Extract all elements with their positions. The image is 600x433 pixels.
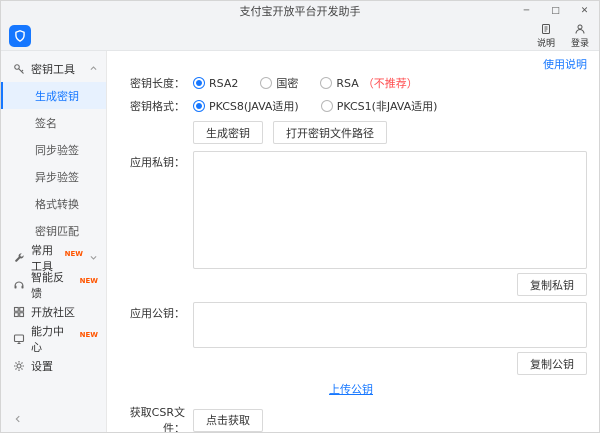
- radio-label: RSA: [336, 77, 358, 90]
- key-format-row: 密钥格式： PKCS8(JAVA适用) PKCS1(非JAVA适用): [115, 98, 587, 114]
- app-logo: [9, 25, 31, 47]
- grid-icon: [13, 306, 25, 318]
- sidebar-item-label: 签名: [35, 115, 57, 131]
- minimize-button[interactable]: ─: [512, 1, 541, 21]
- login-button[interactable]: 登录: [571, 23, 589, 49]
- generate-key-button[interactable]: 生成密钥: [193, 121, 263, 144]
- sidebar-item-label: 生成密钥: [35, 88, 79, 104]
- sidebar-group-open-community[interactable]: 开放社区: [1, 298, 106, 325]
- not-recommended-warning: （不推荐）: [363, 75, 418, 91]
- sidebar-group-label: 设置: [31, 358, 53, 374]
- new-badge: NEW: [80, 277, 98, 285]
- maximize-button[interactable]: □: [541, 1, 570, 21]
- main-content: 使用说明 密钥长度： RSA2 国密 RSA （不推荐）: [107, 51, 599, 432]
- new-badge: NEW: [65, 250, 83, 258]
- sidebar-item-key-match[interactable]: 密钥匹配: [1, 217, 106, 244]
- gear-icon: [13, 360, 25, 372]
- sidebar-group-settings[interactable]: 设置: [1, 352, 106, 379]
- titlebar[interactable]: 支付宝开放平台开发助手 ─ □ ✕: [1, 1, 599, 21]
- radio-label: PKCS1(非JAVA适用): [337, 98, 438, 114]
- header: 说明 登录: [1, 21, 599, 51]
- radio-pkcs1[interactable]: PKCS1(非JAVA适用): [321, 98, 438, 114]
- app-window: 支付宝开放平台开发助手 ─ □ ✕ 说明: [0, 0, 600, 433]
- key-icon: [13, 63, 25, 75]
- radio-unselected-icon: [320, 77, 332, 89]
- radio-unselected-icon: [321, 100, 333, 112]
- sidebar-collapse-button[interactable]: [13, 414, 23, 424]
- wrench-icon: [13, 252, 25, 264]
- sidebar: 密钥工具 生成密钥 签名 同步验签 异步验签 格式转换 密钥匹配: [1, 51, 107, 432]
- sidebar-item-generate-key[interactable]: 生成密钥: [1, 82, 106, 109]
- radio-selected-icon: [193, 77, 205, 89]
- window-title: 支付宝开放平台开发助手: [1, 3, 599, 19]
- headset-icon: [13, 279, 25, 291]
- shield-icon: [13, 29, 27, 43]
- chevron-up-icon: [89, 64, 98, 73]
- sidebar-item-sync-verify[interactable]: 同步验签: [1, 136, 106, 163]
- copy-public-key-button[interactable]: 复制公钥: [517, 352, 587, 375]
- window-controls: ─ □ ✕: [512, 1, 599, 21]
- csr-row: 获取CSR文件： 点击获取: [115, 404, 587, 432]
- sidebar-item-label: 格式转换: [35, 196, 79, 212]
- sidebar-group-label: 能力中心: [31, 323, 73, 355]
- private-key-label: 应用私钥：: [115, 151, 185, 170]
- chevron-left-icon: [13, 414, 23, 424]
- sidebar-item-label: 异步验签: [35, 169, 79, 185]
- chevron-down-icon: [89, 253, 98, 262]
- header-actions: 说明 登录: [537, 23, 589, 49]
- sidebar-group-key-tools[interactable]: 密钥工具: [1, 55, 106, 82]
- sidebar-group-capability-center[interactable]: 能力中心 NEW: [1, 325, 106, 352]
- radio-label: 国密: [276, 75, 298, 91]
- sidebar-group-smart-feedback[interactable]: 智能反馈 NEW: [1, 271, 106, 298]
- sidebar-group-label: 密钥工具: [31, 61, 75, 77]
- private-key-textarea[interactable]: [193, 151, 587, 269]
- open-key-path-button[interactable]: 打开密钥文件路径: [273, 121, 387, 144]
- help-button[interactable]: 说明: [537, 23, 555, 49]
- generate-row: 生成密钥 打开密钥文件路径: [115, 121, 587, 144]
- radio-rsa[interactable]: RSA （不推荐）: [320, 75, 417, 91]
- get-csr-button[interactable]: 点击获取: [193, 409, 263, 432]
- key-length-row: 密钥长度： RSA2 国密 RSA （不推荐）: [115, 75, 587, 91]
- key-length-label: 密钥长度：: [115, 75, 185, 91]
- radio-pkcs8[interactable]: PKCS8(JAVA适用): [193, 98, 299, 114]
- monitor-icon: [13, 333, 25, 345]
- body: 密钥工具 生成密钥 签名 同步验签 异步验签 格式转换 密钥匹配: [1, 51, 599, 432]
- sidebar-group-label: 开放社区: [31, 304, 75, 320]
- sidebar-group-label: 智能反馈: [31, 269, 73, 301]
- sidebar-item-sign[interactable]: 签名: [1, 109, 106, 136]
- upload-public-key-link[interactable]: 上传公钥: [329, 383, 373, 396]
- radio-guomi[interactable]: 国密: [260, 75, 298, 91]
- radio-label: RSA2: [209, 77, 238, 90]
- radio-label: PKCS8(JAVA适用): [209, 98, 299, 114]
- sidebar-item-label: 同步验签: [35, 142, 79, 158]
- close-button[interactable]: ✕: [570, 1, 599, 21]
- sidebar-group-common-tools[interactable]: 常用工具NEW: [1, 244, 106, 271]
- sidebar-item-format-convert[interactable]: 格式转换: [1, 190, 106, 217]
- help-label: 说明: [537, 36, 555, 49]
- public-key-row: 应用公钥：: [115, 302, 587, 348]
- new-badge: NEW: [80, 331, 98, 339]
- public-key-textarea[interactable]: [193, 302, 587, 348]
- private-key-row: 应用私钥：: [115, 151, 587, 269]
- key-format-label: 密钥格式：: [115, 98, 185, 114]
- login-label: 登录: [571, 36, 589, 49]
- sidebar-item-async-verify[interactable]: 异步验签: [1, 163, 106, 190]
- radio-rsa2[interactable]: RSA2: [193, 77, 238, 90]
- person-icon: [574, 23, 586, 35]
- copy-private-key-button[interactable]: 复制私钥: [517, 273, 587, 296]
- usage-instructions-link[interactable]: 使用说明: [543, 58, 587, 71]
- public-key-label: 应用公钥：: [115, 302, 185, 321]
- radio-selected-icon: [193, 100, 205, 112]
- csr-label: 获取CSR文件：: [115, 404, 185, 432]
- document-icon: [540, 23, 552, 35]
- radio-unselected-icon: [260, 77, 272, 89]
- sidebar-item-label: 密钥匹配: [35, 223, 79, 239]
